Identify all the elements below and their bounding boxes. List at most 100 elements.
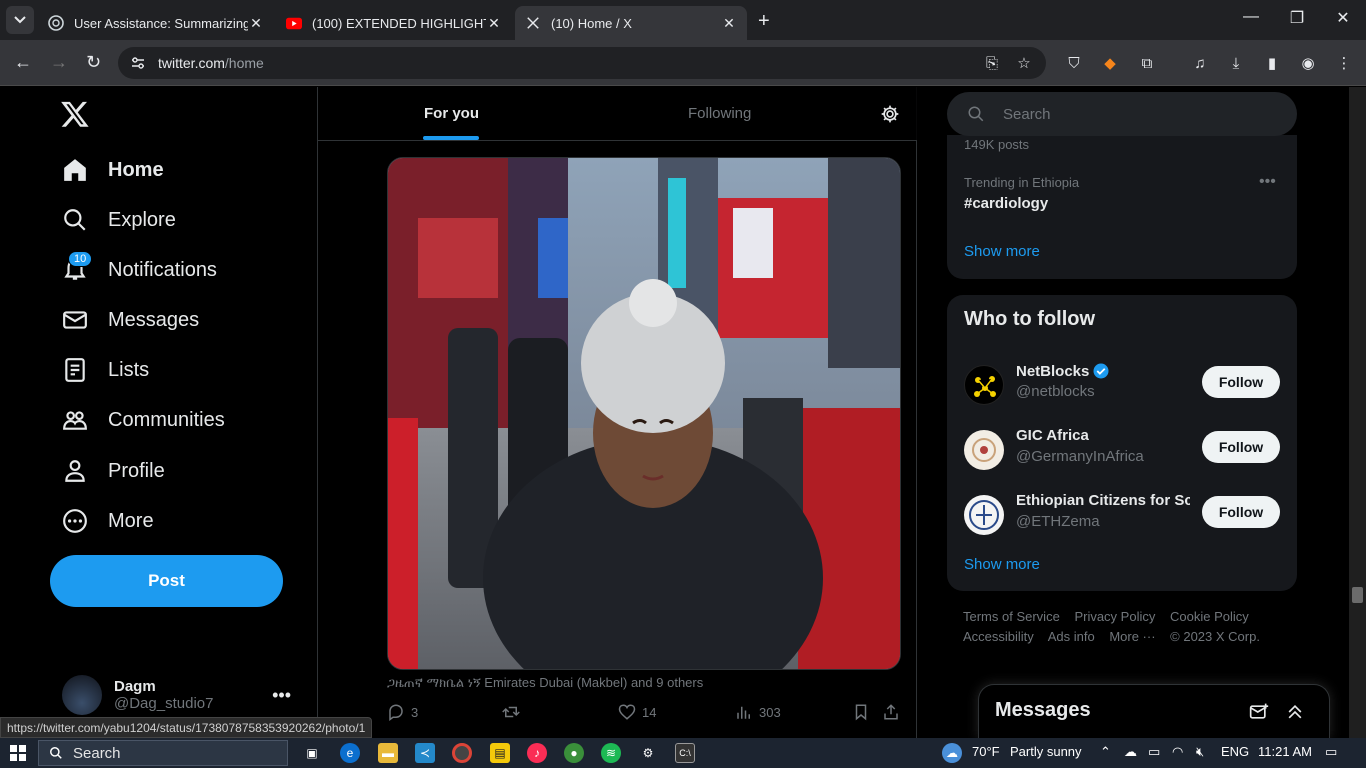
window-close-icon[interactable]: ✕ [1320, 8, 1366, 28]
suggestion-name: GIC Africa [1016, 427, 1089, 444]
new-message-icon[interactable] [1249, 702, 1269, 722]
browser-tab-chatgpt[interactable]: User Assistance: Summarizing R ✕ [38, 6, 274, 40]
tray-chevron-up-icon[interactable]: ⌃ [1100, 744, 1111, 760]
tab-following[interactable]: Following [688, 87, 751, 140]
battery-icon[interactable]: ▭ [1148, 744, 1160, 760]
terminal-icon[interactable]: C:\ [675, 743, 695, 763]
like-button[interactable]: 14 [618, 703, 656, 721]
repost-button[interactable] [501, 703, 527, 721]
follow-suggestion[interactable]: Ethiopian Citizens for Sc @ETHZema Follo… [947, 490, 1297, 554]
gear-icon[interactable] [880, 104, 900, 124]
weather-temp[interactable]: 70°F [972, 744, 1000, 759]
messages-drawer[interactable]: Messages [978, 684, 1330, 738]
page-scrollbar[interactable] [1349, 87, 1366, 738]
follow-suggestion[interactable]: GIC Africa @GermanyInAfrica Follow [947, 425, 1297, 489]
search-input[interactable]: Search [947, 92, 1297, 136]
nav-notifications[interactable]: 10 Notifications [50, 245, 229, 295]
taskbar-search-box[interactable]: Search [38, 740, 288, 766]
trend-name[interactable]: #cardiology [964, 195, 1048, 212]
spotify-icon[interactable]: ≋ [601, 743, 621, 763]
install-app-icon[interactable]: ⎘ [982, 53, 1002, 73]
follow-button[interactable]: Follow [1202, 496, 1280, 528]
profile-avatar-icon[interactable]: ◉ [1298, 53, 1318, 73]
nav-communities[interactable]: Communities [50, 395, 237, 445]
download-icon[interactable]: ⤓ [1226, 53, 1246, 73]
account-switcher[interactable]: Dagm @Dag_studio7 ••• [50, 665, 305, 725]
task-view-icon[interactable]: ▣ [302, 743, 322, 763]
chevrons-up-icon[interactable] [1285, 702, 1305, 722]
metamask-extension-icon[interactable]: ◆ [1100, 53, 1120, 73]
nav-more[interactable]: More [50, 496, 166, 546]
weather-icon[interactable]: ☁ [942, 743, 962, 763]
browser-tab-strip: User Assistance: Summarizing R ✕ (100) E… [0, 0, 1366, 40]
browser-tab-youtube[interactable]: (100) EXTENDED HIGHLIGHTS | ✕ [276, 6, 512, 40]
settings-gear-icon[interactable]: ⚙ [638, 743, 658, 763]
reload-icon[interactable]: ↻ [86, 52, 101, 73]
nav-explore[interactable]: Explore [50, 195, 188, 245]
share-button[interactable] [882, 703, 906, 721]
reply-button[interactable]: 3 [387, 703, 418, 721]
address-bar[interactable]: twitter.com/home [118, 47, 1046, 79]
new-tab-plus-icon[interactable]: + [758, 10, 770, 33]
input-language[interactable]: ENG [1221, 744, 1249, 759]
site-settings-icon[interactable] [130, 55, 146, 71]
minimize-icon[interactable]: — [1228, 8, 1274, 26]
more-dots-icon[interactable]: ••• [272, 685, 291, 706]
x-logo-icon[interactable] [60, 99, 90, 129]
post-button[interactable]: Post [50, 555, 283, 607]
nav-messages[interactable]: Messages [50, 295, 211, 345]
forward-arrow-icon[interactable]: → [50, 52, 68, 73]
media-control-icon[interactable]: ♫ [1190, 53, 1210, 73]
chrome-profile-icon[interactable]: ● [564, 743, 584, 763]
weather-text[interactable]: Partly sunny [1010, 744, 1082, 759]
views-button[interactable]: 303 [735, 703, 781, 721]
follow-button[interactable]: Follow [1202, 431, 1280, 463]
itunes-icon[interactable]: ♪ [527, 743, 547, 763]
footer-link[interactable]: Cookie Policy [1170, 609, 1249, 624]
tab-close-icon[interactable]: ✕ [721, 15, 737, 32]
follow-button[interactable]: Follow [1202, 366, 1280, 398]
tab-search-button[interactable] [6, 6, 34, 34]
onedrive-icon[interactable]: ☁ [1124, 744, 1137, 760]
footer-link[interactable]: Privacy Policy [1074, 609, 1155, 624]
trends-show-more-link[interactable]: Show more [964, 243, 1040, 260]
notification-center-icon[interactable]: ▭ [1325, 744, 1337, 760]
footer-link[interactable]: Accessibility [963, 629, 1034, 644]
windows-start-icon[interactable] [10, 745, 26, 761]
volume-muted-icon[interactable]: 🔇︎ [1196, 744, 1204, 760]
chrome-icon[interactable] [452, 743, 472, 763]
clock-time[interactable]: 11:21 AM [1258, 744, 1312, 759]
who-to-follow-show-more-link[interactable]: Show more [964, 556, 1040, 573]
shield-extension-icon[interactable]: ⛉ [1064, 53, 1084, 73]
tab-for-you[interactable]: For you [424, 87, 479, 140]
side-panel-icon[interactable]: ▮ [1262, 53, 1282, 73]
scrollbar-thumb[interactable] [1352, 587, 1363, 603]
search-icon [62, 207, 88, 233]
bookmark-button[interactable] [852, 703, 876, 721]
footer-link[interactable]: More ··· [1109, 629, 1155, 644]
tab-close-icon[interactable]: ✕ [486, 15, 502, 32]
more-dots-icon[interactable]: ••• [1259, 173, 1276, 191]
vscode-icon[interactable]: ≺ [415, 743, 435, 763]
tweet-tagged-users[interactable]: ጋዜጠኛ ማክቤል ነኝ Emirates Dubai (Makbel) and… [387, 675, 703, 691]
browser-menu-icon[interactable]: ⋮ [1334, 53, 1354, 73]
bookmark-star-icon[interactable]: ☆ [1014, 53, 1034, 73]
file-explorer-icon[interactable]: ▬ [378, 743, 398, 763]
chevron-down-icon [14, 16, 26, 24]
footer-link[interactable]: Terms of Service [963, 609, 1060, 624]
tweet-photo[interactable] [387, 157, 901, 670]
footer-link[interactable]: Ads info [1048, 629, 1095, 644]
nav-home[interactable]: Home [50, 145, 176, 195]
nav-lists[interactable]: Lists [50, 345, 161, 395]
sticky-notes-icon[interactable]: ▤ [490, 743, 510, 763]
wifi-icon[interactable]: ◠ [1172, 744, 1183, 760]
tab-close-icon[interactable]: ✕ [248, 15, 264, 32]
more-circle-icon [62, 508, 88, 534]
edge-browser-icon[interactable]: e [340, 743, 360, 763]
browser-tab-x-home[interactable]: (10) Home / X ✕ [515, 6, 747, 40]
follow-suggestion[interactable]: NetBlocks @netblocks Follow [947, 360, 1297, 424]
extensions-puzzle-icon[interactable]: ⧉ [1137, 53, 1157, 73]
back-arrow-icon[interactable]: ← [14, 52, 32, 73]
nav-profile[interactable]: Profile [50, 446, 177, 496]
restore-icon[interactable]: ❐ [1274, 8, 1320, 28]
